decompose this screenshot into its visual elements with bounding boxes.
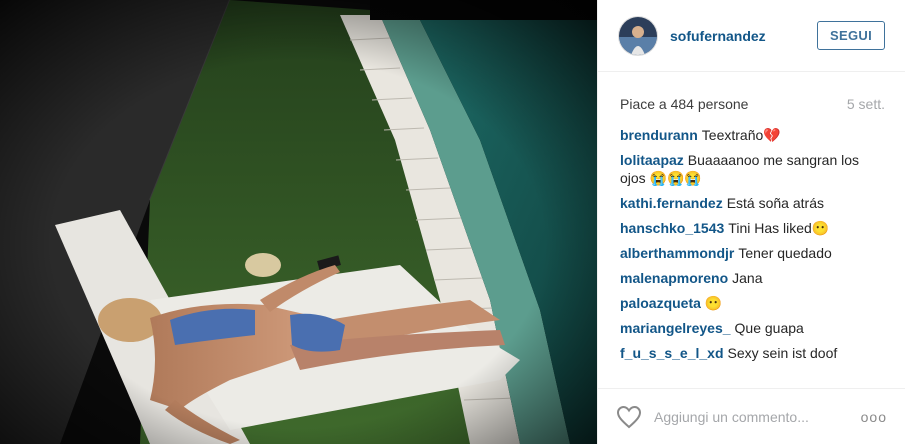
- comment-item: hanschko_1543 Tini Has liked😶: [620, 219, 885, 237]
- comment-text: Jana: [732, 270, 763, 286]
- comment-username[interactable]: kathi.fernandez: [620, 195, 723, 211]
- comment-item: mariangelreyes_ Que guapa: [620, 319, 885, 337]
- post-header: sofufernandez SEGUI: [598, 0, 905, 72]
- comment-text: Tini Has liked😶: [728, 220, 830, 236]
- comment-footer: Aggiungi un commento... ooo: [598, 388, 905, 444]
- post-username[interactable]: sofufernandez: [670, 28, 817, 44]
- heart-outline-icon[interactable]: [616, 405, 642, 429]
- comment-username[interactable]: mariangelreyes_: [620, 320, 731, 336]
- likes-count[interactable]: Piace a 484 persone: [620, 96, 748, 112]
- comment-item: f_u_s_s_e_l_xd Sexy sein ist doof: [620, 344, 885, 362]
- follow-button[interactable]: SEGUI: [817, 21, 885, 50]
- comment-username[interactable]: malenapmoreno: [620, 270, 728, 286]
- comment-text: Teextraño💔: [701, 127, 781, 143]
- comment-text: Sexy sein ist doof: [727, 345, 838, 361]
- comment-text: 😶: [704, 295, 723, 311]
- post-container: sofufernandez SEGUI Piace a 484 persone …: [0, 0, 905, 444]
- post-sidebar: sofufernandez SEGUI Piace a 484 persone …: [597, 0, 905, 444]
- comment-text: Tener quedado: [738, 245, 832, 261]
- comment-item: kathi.fernandez Está soña atrás: [620, 194, 885, 212]
- comment-item: lolitaapaz Buaaaanoo me sangran los ojos …: [620, 151, 885, 187]
- comment-username[interactable]: alberthammondjr: [620, 245, 734, 261]
- post-timestamp[interactable]: 5 sett.: [847, 96, 885, 112]
- avatar-image: [619, 16, 657, 55]
- comment-username[interactable]: paloazqueta: [620, 295, 701, 311]
- comment-username[interactable]: hanschko_1543: [620, 220, 724, 236]
- comment-username[interactable]: f_u_s_s_e_l_xd: [620, 345, 724, 361]
- comment-text: Que guapa: [734, 320, 804, 336]
- avatar[interactable]: [618, 15, 658, 56]
- comment-username[interactable]: lolitaapaz: [620, 152, 684, 168]
- comment-item: paloazqueta 😶: [620, 294, 885, 312]
- comment-item: brendurann Teextraño💔: [620, 126, 885, 144]
- comment-item: malenapmoreno Jana: [620, 269, 885, 287]
- likes-row: Piace a 484 persone 5 sett.: [598, 72, 905, 112]
- more-options-icon[interactable]: ooo: [861, 409, 887, 425]
- comment-username[interactable]: brendurann: [620, 127, 698, 143]
- post-photo[interactable]: [0, 0, 597, 444]
- add-comment-input[interactable]: Aggiungi un commento...: [654, 409, 861, 425]
- comment-text: Está soña atrás: [726, 195, 824, 211]
- comment-item: alberthammondjr Tener quedado: [620, 244, 885, 262]
- comment-list: brendurann Teextraño💔 lolitaapaz Buaaaanoo…: [598, 112, 905, 362]
- pool-photo-illustration: [0, 0, 597, 444]
